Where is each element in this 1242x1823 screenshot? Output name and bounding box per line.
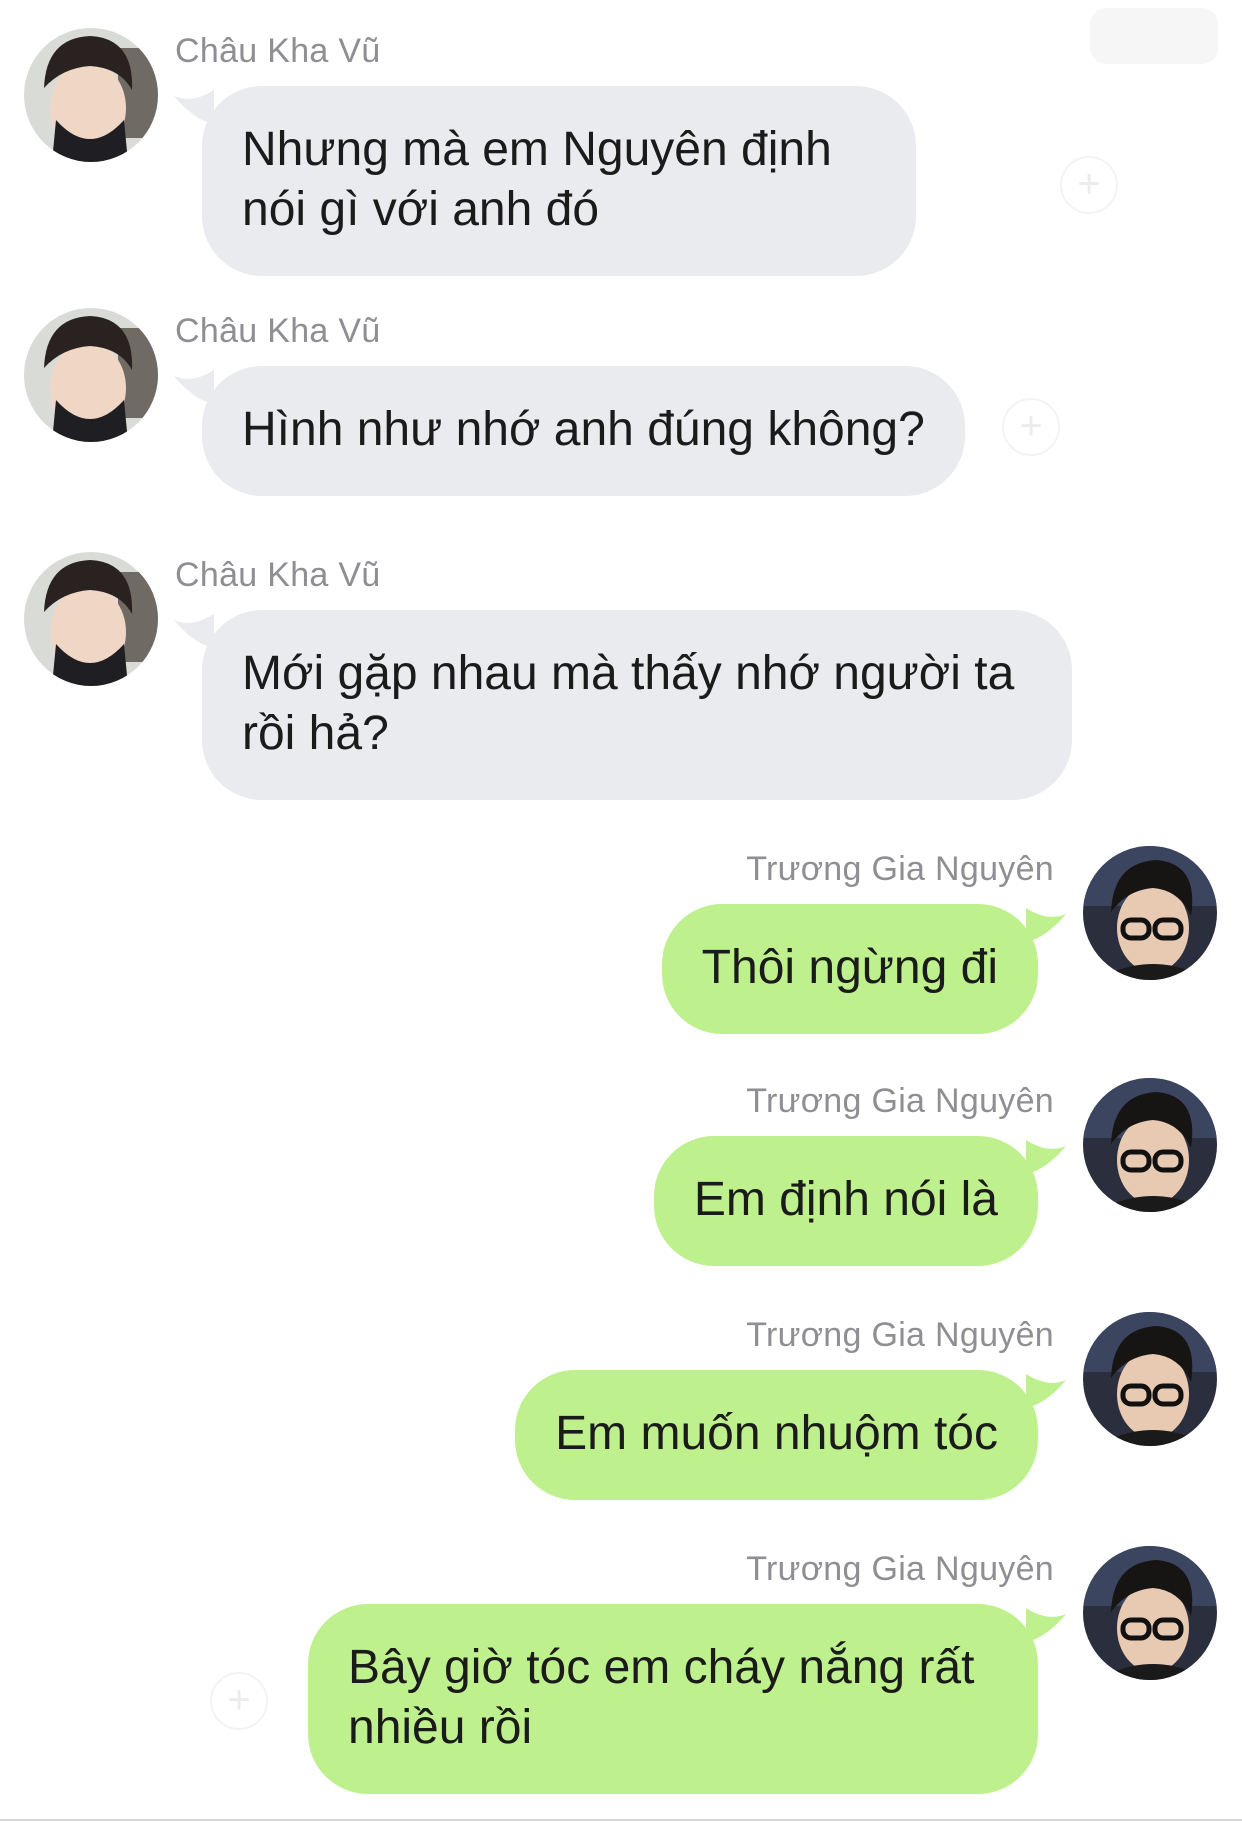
sender-name: Trương Gia Nguyên [746, 1316, 1054, 1354]
message-text: Thôi ngừng đi [701, 941, 998, 994]
avatar[interactable] [1083, 1312, 1217, 1446]
avatar[interactable] [1083, 846, 1217, 980]
message-bubble[interactable]: Bây giờ tóc em cháy nắng rất nhiều rồi [308, 1604, 1066, 1794]
message-text: Em muốn nhuộm tóc [555, 1407, 998, 1460]
add-reaction-icon[interactable]: + [210, 1672, 268, 1730]
message-text: Hình như nhớ anh đúng không? [242, 403, 925, 456]
message-text: Mới gặp nhau mà thấy nhớ người ta rồi hả… [242, 647, 1015, 760]
message-bubble[interactable]: Thôi ngừng đi [661, 904, 1066, 1034]
sender-name: Châu Kha Vũ [175, 556, 381, 594]
sender-name: Trương Gia Nguyên [746, 1550, 1054, 1588]
bubble-tail [1026, 1140, 1066, 1174]
message-text: Nhưng mà em Nguyên định nói gì với anh đ… [242, 123, 832, 236]
avatar[interactable] [24, 308, 158, 442]
bubble-tail [1026, 1608, 1066, 1642]
bubble-tail [1026, 908, 1066, 942]
avatar[interactable] [1083, 1078, 1217, 1212]
message-text: Bây giờ tóc em cháy nắng rất nhiều rồi [348, 1641, 975, 1754]
sender-name: Trương Gia Nguyên [746, 1082, 1054, 1120]
sender-name: Châu Kha Vũ [175, 312, 381, 350]
bubble-tail [174, 370, 214, 404]
message-bubble[interactable]: Em muốn nhuộm tóc [515, 1370, 1066, 1500]
avatar[interactable] [1083, 1546, 1217, 1680]
message-bubble[interactable]: Em định nói là [653, 1136, 1066, 1266]
avatar[interactable] [24, 28, 158, 162]
message-bubble[interactable]: Nhưng mà em Nguyên định nói gì với anh đ… [174, 86, 916, 276]
chat-thread: Châu Kha Vũ Nhưng mà em Nguyên định nói … [0, 0, 1242, 1823]
message-bubble[interactable]: Mới gặp nhau mà thấy nhớ người ta rồi hả… [174, 610, 1072, 800]
sender-name: Châu Kha Vũ [175, 32, 381, 70]
message-bubble[interactable]: Hình như nhớ anh đúng không? [174, 366, 965, 496]
divider [0, 1819, 1242, 1821]
add-reaction-icon[interactable]: + [1002, 398, 1060, 456]
message-text: Em định nói là [693, 1173, 998, 1226]
bubble-tail [174, 614, 214, 648]
bubble-tail [1026, 1374, 1066, 1408]
bubble-tail [174, 90, 214, 124]
avatar[interactable] [24, 552, 158, 686]
sender-name: Trương Gia Nguyên [746, 850, 1054, 888]
add-reaction-icon[interactable]: + [1060, 156, 1118, 214]
blurred-corner-element [1090, 8, 1218, 64]
